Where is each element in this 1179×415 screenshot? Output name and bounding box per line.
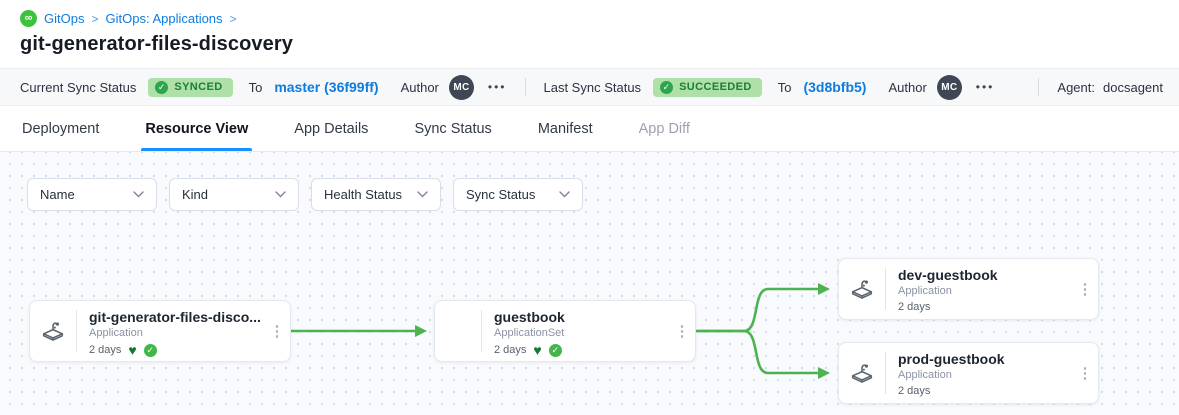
node-menu-button[interactable]: ⋮ [1072,259,1098,319]
current-revision-link[interactable]: master (36f99ff) [274,79,378,95]
node-age: 2 days [898,385,930,397]
applicationset-icon [435,301,481,361]
breadcrumb-link-gitops[interactable]: GitOps [44,11,84,26]
resource-graph-canvas[interactable]: Name Kind Health Status Sync Status [0,152,1179,415]
author-label: Author [888,80,926,95]
breadcrumb-separator: > [230,12,237,26]
last-revision-link[interactable]: (3d8bfb5) [803,79,866,95]
succeeded-status-badge: ✓ SUCCEEDED [653,78,762,97]
filter-health-status-label: Health Status [324,187,402,202]
agent-value: docsagent [1103,80,1163,95]
current-sync-more-button[interactable]: ••• [488,81,507,93]
tab-bar: Deployment Resource View App Details Syn… [0,106,1179,152]
node-kind: ApplicationSet [494,327,669,339]
tab-app-details[interactable]: App Details [292,106,370,151]
author-avatar: MC [449,75,474,100]
gitops-logo-icon: ∞ [20,10,37,27]
node-body: git-generator-files-disco... Application… [77,301,264,361]
tab-deployment[interactable]: Deployment [20,106,101,151]
filter-name-label: Name [40,187,75,202]
filter-health-status-dropdown[interactable]: Health Status [311,178,441,211]
node-kind: Application [898,369,1072,381]
node-age: 2 days [494,344,526,356]
node-kind: Application [89,327,264,339]
tab-manifest[interactable]: Manifest [536,106,595,151]
author-label: Author [401,80,439,95]
tab-app-diff: App Diff [637,106,692,151]
node-title: guestbook [494,309,669,325]
chevron-down-icon [559,191,570,198]
application-icon [839,343,885,403]
node-git-generator-files-discovery[interactable]: git-generator-files-disco... Application… [29,300,291,362]
node-title: prod-guestbook [898,351,1072,367]
node-menu-button[interactable]: ⋮ [264,301,290,361]
health-heart-icon: ♥ [128,343,136,357]
synced-badge-label: SYNCED [174,81,222,93]
node-body: guestbook ApplicationSet 2 days ♥ ✓ [482,301,669,361]
application-icon [30,301,76,361]
author-avatar: MC [937,75,962,100]
filter-sync-status-label: Sync Status [466,187,535,202]
node-body: dev-guestbook Application 2 days [886,259,1072,319]
last-sync-status-group: Last Sync Status ✓ SUCCEEDED To (3d8bfb5… [544,75,995,100]
chevron-down-icon [275,191,286,198]
node-menu-button[interactable]: ⋮ [1072,343,1098,403]
edge-guestbook-to-dev [697,289,827,331]
node-age: 2 days [89,344,121,356]
status-bar-divider [1038,78,1039,96]
node-kind: Application [898,285,1072,297]
sync-check-icon: ✓ [144,344,157,357]
node-body: prod-guestbook Application 2 days [886,343,1072,403]
status-bar: Current Sync Status ✓ SYNCED To master (… [0,68,1179,106]
page-header: ∞ GitOps > GitOps: Applications > git-ge… [0,0,1179,56]
current-sync-status-label: Current Sync Status [20,80,136,95]
sync-check-icon: ✓ [549,344,562,357]
breadcrumb-separator: > [91,12,98,26]
filter-kind-label: Kind [182,187,208,202]
chevron-down-icon [133,191,144,198]
node-title: git-generator-files-disco... [89,309,264,325]
breadcrumb: ∞ GitOps > GitOps: Applications > [20,10,1159,27]
application-icon [839,259,885,319]
node-dev-guestbook[interactable]: dev-guestbook Application 2 days ⋮ [838,258,1099,320]
to-label: To [249,80,263,95]
page-title: git-generator-files-discovery [20,33,1159,56]
filter-bar: Name Kind Health Status Sync Status [27,178,583,211]
status-bar-divider [525,78,526,96]
to-label: To [778,80,792,95]
filter-sync-status-dropdown[interactable]: Sync Status [453,178,583,211]
tab-resource-view[interactable]: Resource View [143,106,250,151]
current-sync-status-group: Current Sync Status ✓ SYNCED To master (… [20,75,507,100]
edge-guestbook-to-prod [697,331,827,373]
agent-section: Agent: docsagent [1020,78,1163,96]
breadcrumb-link-applications[interactable]: GitOps: Applications [105,11,222,26]
chevron-down-icon [417,191,428,198]
node-title: dev-guestbook [898,267,1072,283]
node-guestbook[interactable]: guestbook ApplicationSet 2 days ♥ ✓ ⋮ [434,300,696,362]
succeeded-badge-label: SUCCEEDED [679,81,752,93]
filter-kind-dropdown[interactable]: Kind [169,178,299,211]
health-heart-icon: ♥ [533,343,541,357]
tab-sync-status[interactable]: Sync Status [412,106,493,151]
synced-status-badge: ✓ SYNCED [148,78,232,97]
check-circle-icon: ✓ [660,81,673,94]
last-sync-more-button[interactable]: ••• [976,81,995,93]
last-sync-status-label: Last Sync Status [544,80,642,95]
agent-label: Agent: [1057,80,1095,95]
node-prod-guestbook[interactable]: prod-guestbook Application 2 days ⋮ [838,342,1099,404]
check-circle-icon: ✓ [155,81,168,94]
filter-name-dropdown[interactable]: Name [27,178,157,211]
node-age: 2 days [898,301,930,313]
node-menu-button[interactable]: ⋮ [669,301,695,361]
